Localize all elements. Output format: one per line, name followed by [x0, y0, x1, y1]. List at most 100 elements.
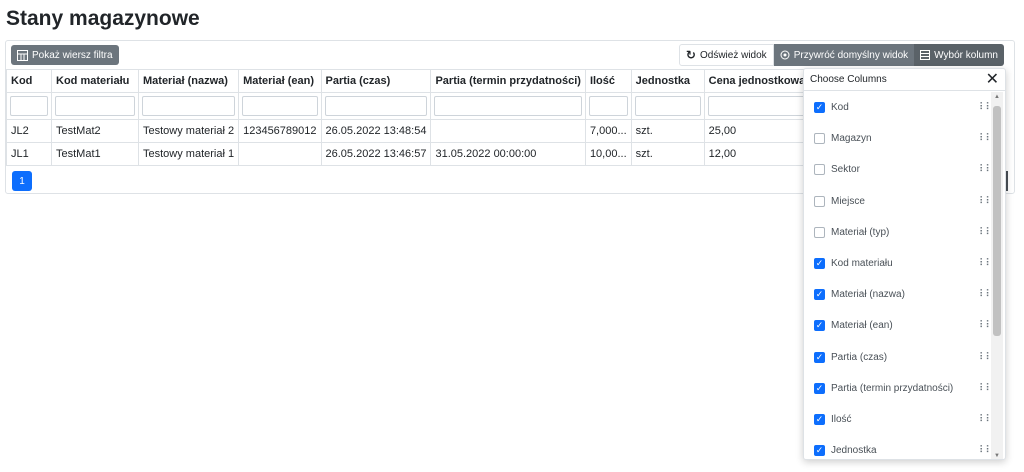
column-option[interactable]: Partia (czas) ⠇⠇ — [804, 342, 993, 373]
column-checkbox[interactable] — [814, 445, 825, 457]
filter-input[interactable] — [707, 96, 814, 116]
drag-handle-icon[interactable]: ⠇⠇ — [979, 133, 993, 144]
column-option[interactable]: Kod ⠇⠇ — [804, 92, 993, 123]
column-option-label: Kod materiału — [831, 258, 893, 270]
column-checkbox[interactable] — [814, 382, 825, 394]
cell-kod: JL1 — [6, 142, 52, 166]
cell-kod: JL2 — [6, 119, 52, 143]
drag-handle-icon[interactable]: ⠇⠇ — [979, 414, 993, 425]
choose-columns-button[interactable]: Wybór kolumn — [914, 44, 1004, 66]
toolbar-right: ↻ Odśwież widok Przywróć domyślny widok … — [678, 44, 1004, 66]
column-option-label: Ilość — [831, 413, 852, 425]
filter-input[interactable] — [324, 96, 428, 116]
column-checkbox[interactable] — [814, 164, 825, 176]
cell-ilosc: 10,00... — [584, 142, 632, 166]
column-header[interactable]: Partia (termin przydatności) — [430, 69, 586, 93]
page-title: Stany magazynowe — [6, 7, 200, 30]
column-header[interactable]: Partia (czas) — [320, 69, 432, 93]
table-row[interactable]: JL1 TestMat1 Testowy materiał 1 26.05.20… — [6, 142, 846, 166]
restore-default-view-label: Przywróć domyślny widok — [793, 49, 909, 61]
show-filter-row-button[interactable]: Pokaż wiersz filtra — [11, 45, 119, 65]
cell-material-ean — [238, 142, 322, 166]
filter-input[interactable] — [242, 96, 318, 116]
column-option[interactable]: Partia (termin przydatności) ⠇⠇ — [804, 373, 993, 404]
column-option-label: Kod — [831, 102, 849, 114]
column-option-label: Partia (czas) — [831, 351, 888, 363]
column-header[interactable]: Cena jednostkowa — [703, 69, 818, 93]
scroll-up-arrow[interactable]: ▲ — [991, 94, 1003, 100]
column-option[interactable]: Miejsce ⠇⠇ — [804, 186, 993, 217]
column-list-scrollbar[interactable]: ▲ ▼ — [991, 92, 1003, 459]
column-option[interactable]: Materiał (typ) ⠇⠇ — [804, 217, 993, 248]
cell-partia-termin: 31.05.2022 00:00:00 — [430, 142, 586, 166]
column-checkbox[interactable] — [814, 351, 825, 363]
column-checkbox[interactable] — [814, 258, 825, 270]
filter-input[interactable] — [55, 96, 135, 116]
scroll-thumb[interactable] — [993, 106, 1001, 336]
column-checkbox[interactable] — [814, 289, 825, 301]
restore-default-view-button[interactable]: Przywróć domyślny widok — [773, 44, 915, 66]
close-icon[interactable]: ✕ — [986, 71, 999, 88]
column-header[interactable]: Kod — [6, 69, 52, 93]
column-option[interactable]: Materiał (ean) ⠇⠇ — [804, 310, 993, 341]
column-option-label: Magazyn — [831, 133, 872, 145]
column-option[interactable]: Sektor ⠇⠇ — [804, 154, 993, 185]
column-checkbox[interactable] — [814, 195, 825, 207]
filter-input[interactable] — [142, 96, 236, 116]
drag-handle-icon[interactable]: ⠇⠇ — [979, 102, 993, 113]
column-header[interactable]: Materiał (nazwa) — [137, 69, 240, 93]
drag-handle-icon[interactable]: ⠇⠇ — [979, 352, 993, 363]
cell-cena: 25,00 — [703, 119, 818, 143]
filter-icon — [17, 49, 28, 61]
drag-handle-icon[interactable]: ⠇⠇ — [979, 227, 993, 238]
column-option[interactable]: Ilość ⠇⠇ — [804, 404, 993, 435]
cell-jednostka: szt. — [630, 119, 705, 143]
cell-kod-materialu: TestMat1 — [51, 142, 139, 166]
drag-handle-icon[interactable]: ⠇⠇ — [979, 258, 993, 269]
column-option[interactable]: Kod materiału ⠇⠇ — [804, 248, 993, 279]
filter-input[interactable] — [634, 96, 701, 116]
table-row[interactable]: JL2 TestMat2 Testowy materiał 2 12345678… — [6, 119, 846, 143]
column-checkbox[interactable] — [814, 320, 825, 332]
filter-input[interactable] — [588, 96, 628, 116]
column-option[interactable]: Magazyn ⠇⠇ — [804, 123, 993, 154]
column-checkbox[interactable] — [814, 226, 825, 238]
column-option[interactable]: Jednostka ⠇⠇ — [804, 435, 993, 459]
column-header[interactable]: Kod materiału — [51, 69, 139, 93]
column-chooser-title: Choose Columns — [810, 74, 887, 85]
cell-cena: 12,00 — [703, 142, 818, 166]
cell-material-nazwa: Testowy materiał 1 — [137, 142, 240, 166]
cell-kod-materialu: TestMat2 — [51, 119, 139, 143]
drag-handle-icon[interactable]: ⠇⠇ — [979, 164, 993, 175]
column-header[interactable]: Ilość — [584, 69, 632, 93]
column-header[interactable]: Materiał (ean) — [238, 69, 322, 93]
stock-table: Kod Kod materiału Materiał (nazwa) Mater… — [6, 69, 846, 166]
column-checkbox[interactable] — [814, 102, 825, 114]
column-header[interactable]: Jednostka — [630, 69, 705, 93]
drag-handle-icon[interactable]: ⠇⠇ — [979, 289, 993, 300]
scroll-down-arrow[interactable]: ▼ — [991, 453, 1003, 459]
cell-ilosc: 7,000... — [584, 119, 632, 143]
columns-icon — [920, 50, 931, 60]
drag-handle-icon[interactable]: ⠇⠇ — [979, 383, 993, 394]
header-row: Kod Kod materiału Materiał (nazwa) Mater… — [6, 69, 846, 93]
filter-input[interactable] — [434, 96, 582, 116]
cell-material-ean: 123456789012 — [238, 119, 322, 143]
column-checkbox[interactable] — [814, 133, 825, 145]
restore-icon — [780, 50, 790, 60]
refresh-view-button[interactable]: ↻ Odśwież widok — [678, 44, 774, 66]
drag-handle-icon[interactable]: ⠇⠇ — [979, 320, 993, 331]
column-option[interactable]: Materiał (nazwa) ⠇⠇ — [804, 279, 993, 310]
page-button-1[interactable]: 1 — [12, 171, 32, 191]
refresh-view-label: Odśwież widok — [699, 49, 767, 61]
column-checkbox[interactable] — [814, 413, 825, 425]
column-option-label: Sektor — [831, 164, 860, 176]
show-filter-row-label: Pokaż wiersz filtra — [32, 49, 113, 61]
drag-handle-icon[interactable]: ⠇⠇ — [979, 445, 993, 456]
drag-handle-icon[interactable]: ⠇⠇ — [979, 196, 993, 207]
column-option-label: Jednostka — [831, 445, 877, 457]
column-option-label: Miejsce — [831, 195, 865, 207]
filter-input[interactable] — [10, 96, 48, 116]
column-option-label: Materiał (typ) — [831, 226, 890, 238]
cell-partia-czas: 26.05.2022 13:46:57 — [320, 142, 432, 166]
